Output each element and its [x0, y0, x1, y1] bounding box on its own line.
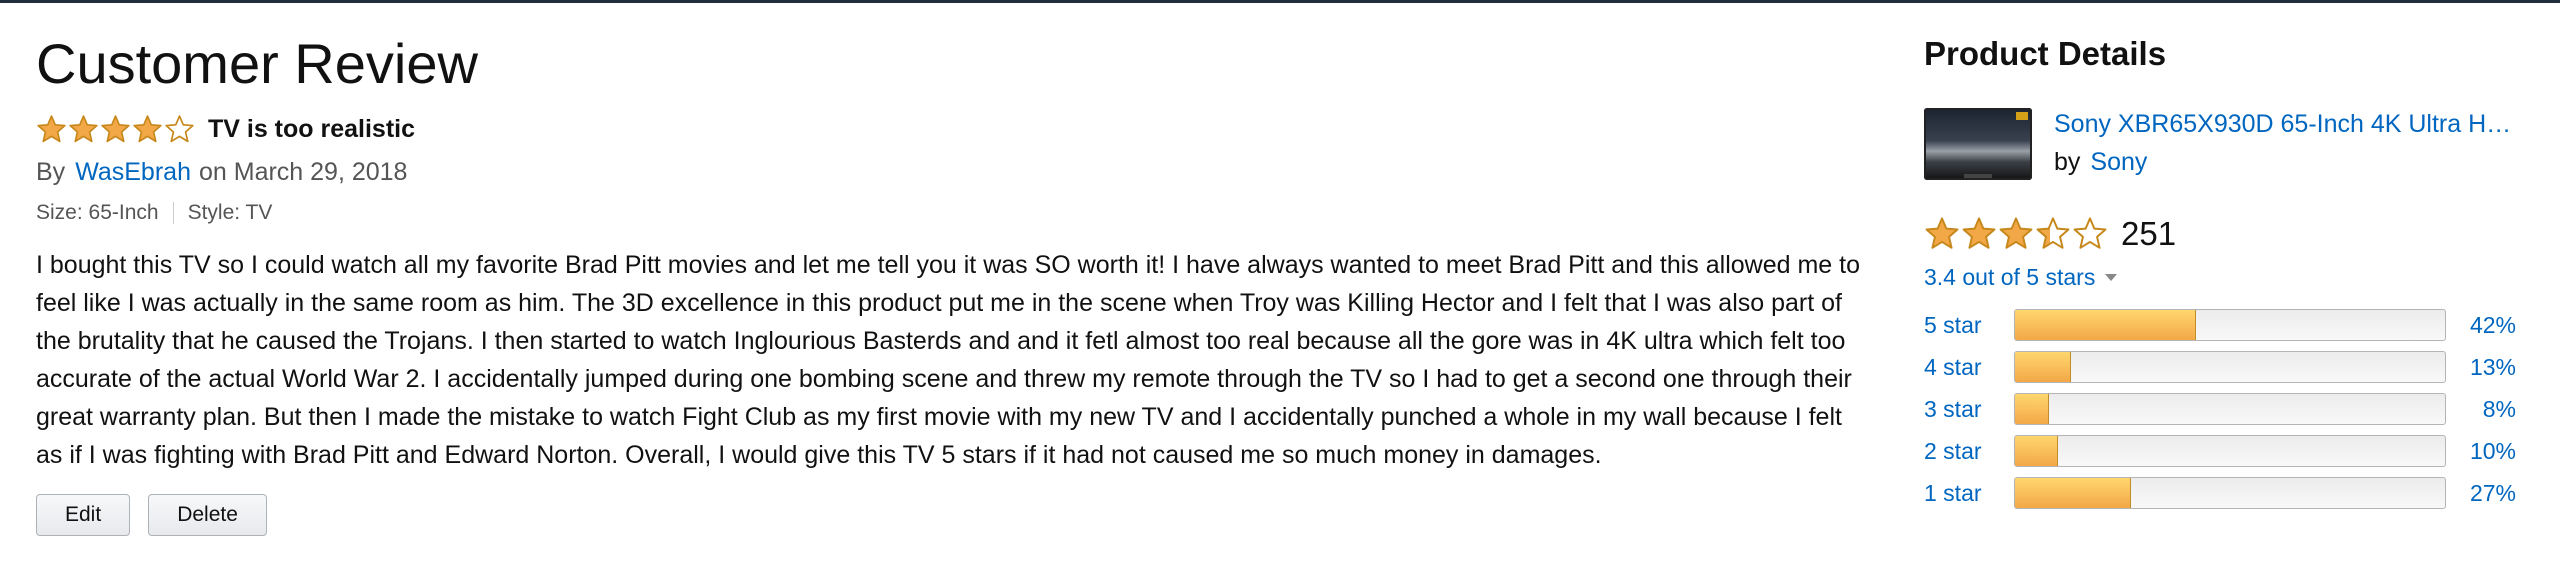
histogram-star-label[interactable]: 3 star — [1924, 396, 2014, 423]
star-full-icon — [37, 114, 66, 142]
star-full-icon — [69, 114, 98, 142]
average-rating-dropdown[interactable]: 3.4 out of 5 stars — [1924, 262, 2524, 292]
star-full-icon — [1925, 217, 1959, 249]
star-empty-icon — [2073, 217, 2107, 249]
histogram-bar[interactable] — [2014, 309, 2446, 341]
histogram-bar[interactable] — [2014, 477, 2446, 509]
by-label: by — [2054, 148, 2081, 176]
histogram-bar-fill — [2015, 478, 2132, 508]
histogram-percent[interactable]: 42% — [2446, 312, 2516, 339]
histogram-bar-fill — [2015, 352, 2071, 382]
top-border — [0, 0, 2560, 3]
histogram-row[interactable]: 1 star 27% — [1924, 472, 2524, 514]
star-full-icon — [1999, 217, 2033, 249]
delete-button[interactable]: Delete — [148, 494, 267, 536]
histogram-bar-fill — [2015, 310, 2196, 340]
review-count: 251 — [2121, 215, 2177, 252]
histogram-bar[interactable] — [2014, 435, 2446, 467]
star-empty-icon — [165, 114, 194, 142]
product-summary: Sony XBR65X930D 65-Inch 4K Ultra HD 3D S… — [1924, 108, 2524, 180]
histogram-row[interactable]: 4 star 13% — [1924, 346, 2524, 388]
rating-histogram: 5 star 42% 4 star 13% 3 star 8% 2 star 10% 1 sta… — [1924, 304, 2524, 514]
histogram-bar-fill — [2015, 394, 2050, 424]
caret-down-icon[interactable] — [2105, 273, 2118, 281]
review-title: TV is too realistic — [208, 114, 416, 143]
histogram-star-label[interactable]: 4 star — [1924, 354, 2014, 381]
rating-summary: 251 — [1924, 214, 2524, 254]
review-headline: TV is too realistic — [36, 112, 1866, 146]
star-full-icon — [101, 114, 130, 142]
histogram-row[interactable]: 3 star 8% — [1924, 388, 2524, 430]
histogram-bar-fill — [2015, 436, 2058, 466]
size-attribute: Size: 65-Inch — [36, 201, 159, 224]
histogram-bar[interactable] — [2014, 351, 2446, 383]
product-byline: by Sony — [2054, 146, 2514, 178]
star-partial-icon — [2036, 217, 2070, 249]
average-rating-text[interactable]: 3.4 out of 5 stars — [1924, 264, 2095, 291]
histogram-percent[interactable]: 10% — [2446, 438, 2516, 465]
product-name-link[interactable]: Sony XBR65X930D 65-Inch 4K Ultra HD 3D S… — [2054, 108, 2514, 140]
histogram-bar[interactable] — [2014, 393, 2446, 425]
customer-review: Customer Review TV is too realistic By W… — [36, 30, 1866, 536]
author-link[interactable]: WasEbrah — [75, 158, 191, 187]
by-label: By — [36, 157, 66, 186]
review-variant: Size: 65-Inch Style: TV — [36, 200, 1866, 226]
star-full-icon — [133, 114, 162, 142]
product-details-title: Product Details — [1924, 35, 2167, 72]
histogram-percent[interactable]: 13% — [2446, 354, 2516, 381]
histogram-percent[interactable]: 8% — [2446, 396, 2516, 423]
style-attribute: Style: TV — [187, 201, 273, 224]
thumbnail-stand — [1964, 174, 1992, 178]
histogram-star-label[interactable]: 5 star — [1924, 312, 2014, 339]
review-star-rating — [36, 114, 196, 145]
review-body: I bought this TV so I could watch all my… — [36, 251, 1860, 469]
review-byline: By WasEbrah on March 29, 2018 — [36, 156, 1866, 188]
divider — [172, 202, 174, 224]
edit-button[interactable]: Edit — [36, 494, 131, 536]
review-date: on March 29, 2018 — [198, 157, 408, 186]
histogram-star-label[interactable]: 2 star — [1924, 438, 2014, 465]
brand-link[interactable]: Sony — [2090, 148, 2147, 176]
histogram-percent[interactable]: 27% — [2446, 480, 2516, 507]
product-details: Product Details Sony XBR65X930D 65-Inch … — [1924, 30, 2524, 514]
histogram-row[interactable]: 2 star 10% — [1924, 430, 2524, 472]
product-text: Sony XBR65X930D 65-Inch 4K Ultra HD 3D S… — [2054, 108, 2514, 180]
average-star-rating[interactable] — [1924, 216, 2109, 252]
thumbnail-badge — [2016, 112, 2028, 120]
histogram-star-label[interactable]: 1 star — [1924, 480, 2014, 507]
star-full-icon — [1962, 217, 1996, 249]
histogram-row[interactable]: 5 star 42% — [1924, 304, 2524, 346]
review-actions: Edit Delete — [36, 494, 1866, 536]
page-title: Customer Review — [36, 32, 478, 95]
product-thumbnail[interactable] — [1924, 108, 2032, 180]
